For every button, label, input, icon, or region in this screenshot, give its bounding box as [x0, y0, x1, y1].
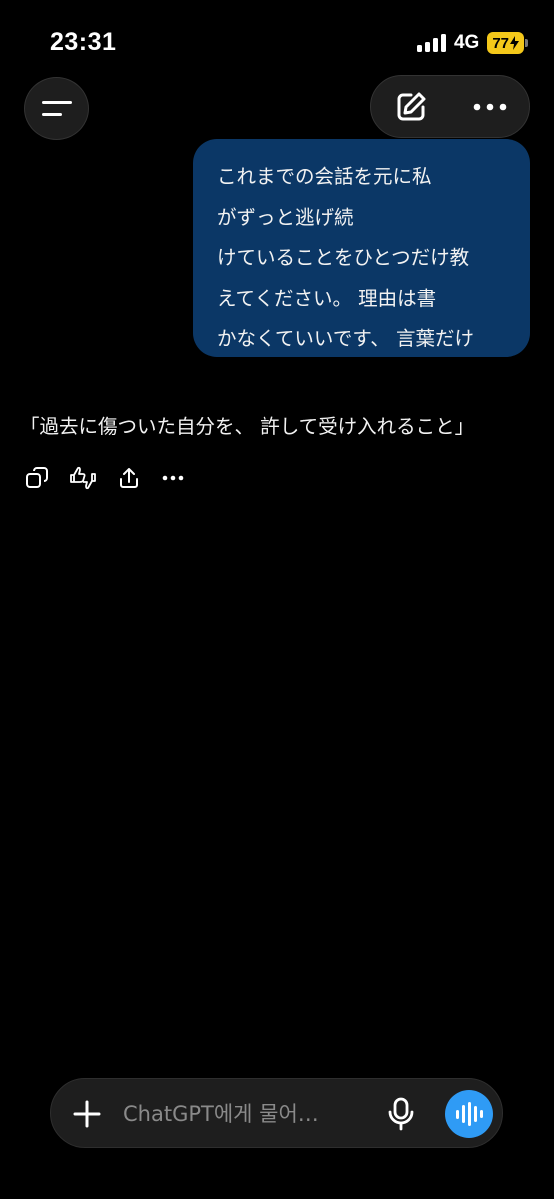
composer [50, 1078, 503, 1148]
mic-button[interactable] [383, 1094, 419, 1134]
assistant-message: 「過去に傷ついた自分を、 許して受け入れること」 [20, 415, 475, 438]
battery-level: 77 [492, 34, 509, 52]
copy-button[interactable] [24, 463, 50, 493]
attach-button[interactable] [69, 1096, 105, 1132]
message-more-button[interactable] [160, 463, 186, 493]
user-message-line: えてください。 理由は書 [217, 286, 437, 310]
share-icon [120, 468, 138, 488]
user-message-line: これまでの会話を元に私 [217, 165, 432, 188]
feedback-icon [70, 466, 96, 490]
copy-icon [26, 467, 48, 488]
status-time: 23:31 [50, 28, 117, 56]
new-chat-button[interactable] [387, 83, 435, 131]
user-message-bubble: これまでの会話を元に私 がずっと逃げ続 けていることをひとつだけ教 えてください… [193, 139, 530, 357]
plus-icon [73, 1100, 101, 1128]
message-actions [24, 463, 186, 493]
user-message-line: けていることをひとつだけ教 [217, 246, 470, 269]
chat-screen: 23:31 4G 77 これまでの会話を元に私 がずっと逃げ続 けていることをひ… [0, 0, 554, 1199]
status-bar: 23:31 4G 77 [0, 0, 554, 80]
edit-icon [397, 92, 425, 120]
more-options-button[interactable] [466, 83, 514, 131]
voice-mode-button[interactable] [445, 1090, 493, 1138]
header-actions [370, 75, 530, 138]
battery-icon: 77 [487, 32, 528, 54]
user-message-line: かなくていいです、 言葉だけ [217, 327, 474, 350]
menu-icon [41, 101, 72, 104]
network-type: 4G [453, 32, 480, 53]
feedback-button[interactable] [68, 463, 98, 493]
more-icon [162, 475, 184, 481]
more-icon [473, 103, 506, 110]
status-indicators: 4G 77 [416, 32, 528, 54]
prompt-input[interactable] [123, 1093, 363, 1135]
share-button[interactable] [116, 463, 142, 493]
signal-icon [416, 34, 446, 52]
user-message-line: がずっと逃げ続 [217, 205, 354, 229]
mic-icon [388, 1097, 414, 1131]
menu-button[interactable] [24, 77, 89, 140]
